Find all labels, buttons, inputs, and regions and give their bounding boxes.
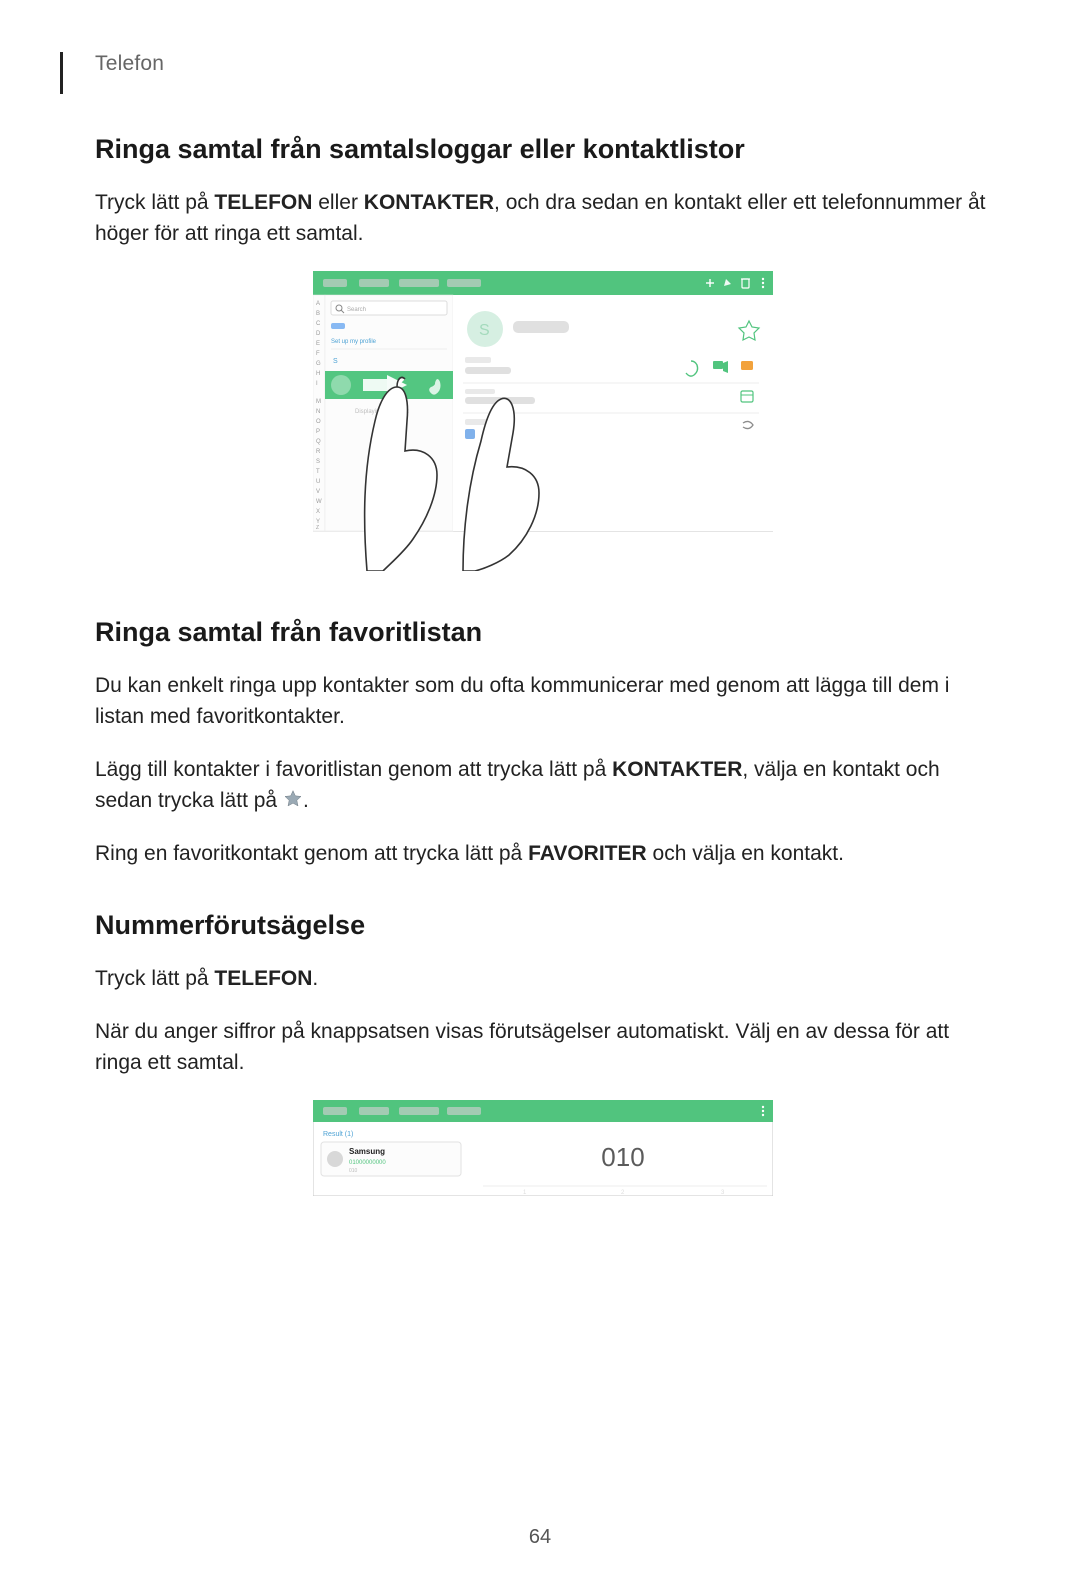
paragraph-pred-1: Tryck lätt på TELEFON. [95,963,990,994]
section-letter: S [333,358,338,365]
text: Tryck lätt på [95,191,214,214]
profile-link[interactable]: Set up my profile [331,339,377,345]
heading-call-from-logs: Ringa samtal från samtalsloggar eller ko… [95,134,990,165]
page-edge-marker [60,52,63,94]
svg-text:T: T [316,469,320,475]
text: och välja en kontakt. [647,842,844,865]
svg-text:V: V [316,489,320,495]
paragraph-fav-1: Du kan enkelt ringa upp kontakter som du… [95,670,990,732]
contact-name-blur [513,321,569,333]
illustration-swipe-to-call: ABC DEF GHI MNO PQR STU VWX YZ Search Se… [313,271,773,571]
svg-text:U: U [316,479,320,485]
paragraph-fav-3: Ring en favoritkontakt genom att trycka … [95,838,990,869]
more-icon[interactable] [761,1106,763,1116]
svg-text:Z: Z [316,525,319,531]
illustration-number-prediction: Result (1) Samsung 01000000000 010 010 1… [313,1100,773,1196]
avatar [327,1151,343,1167]
svg-text:A: A [316,301,320,307]
heading-favourites: Ringa samtal från favoritlistan [95,617,990,648]
svg-text:X: X [316,509,320,515]
text: Tryck lätt på [95,967,214,990]
bold-telefon: TELEFON [214,967,312,990]
search-placeholder[interactable]: Search [347,307,366,313]
svg-text:P: P [316,429,320,435]
svg-text:B: B [316,311,320,317]
svg-text:F: F [316,351,320,357]
svg-text:R: R [316,449,321,455]
svg-text:O: O [316,419,321,425]
text: . [303,789,309,812]
paragraph-pred-2: När du anger siffror på knappsatsen visa… [95,1016,990,1078]
me-label [331,323,345,329]
paragraph-fav-2: Lägg till kontakter i favoritlistan geno… [95,754,990,816]
bold-favoriter: FAVORITER [528,842,647,865]
svg-text:S: S [479,322,490,339]
star-icon [283,789,303,809]
svg-text:H: H [316,371,320,377]
document-page: Telefon Ringa samtal från samtalsloggar … [0,52,1080,1579]
more-icon[interactable] [761,278,763,288]
prediction-name: Samsung [349,1147,385,1156]
text: eller [312,191,363,214]
results-label: Result (1) [323,1131,353,1138]
svg-text:D: D [316,331,321,337]
prediction-card[interactable]: Samsung 01000000000 010 [321,1142,461,1176]
bold-telefon: TELEFON [214,191,312,214]
typed-number: 010 [601,1142,644,1172]
text: . [312,967,318,990]
svg-text:N: N [316,409,320,415]
svg-text:Q: Q [316,439,321,445]
message-icon[interactable] [741,361,753,370]
svg-text:C: C [316,321,321,327]
text: Ring en favoritkontakt genom att trycka … [95,842,528,865]
svg-text:W: W [316,499,322,505]
svg-text:M: M [316,399,321,405]
page-number: 64 [0,1526,1080,1549]
svg-text:G: G [316,361,321,367]
text: Lägg till kontakter i favoritlistan geno… [95,758,612,781]
svg-text:E: E [316,341,320,347]
bold-kontakter: KONTAKTER [612,758,742,781]
prediction-match: 010 [349,1168,358,1174]
bold-kontakter: KONTAKTER [364,191,494,214]
heading-number-prediction: Nummerförutsägelse [95,910,990,941]
svg-text:S: S [316,459,320,465]
paragraph-call-from-logs: Tryck lätt på TELEFON eller KONTAKTER, o… [95,187,990,249]
running-header: Telefon [95,52,990,76]
prediction-number: 01000000000 [349,1160,386,1166]
swipe-right-icon [363,379,387,391]
